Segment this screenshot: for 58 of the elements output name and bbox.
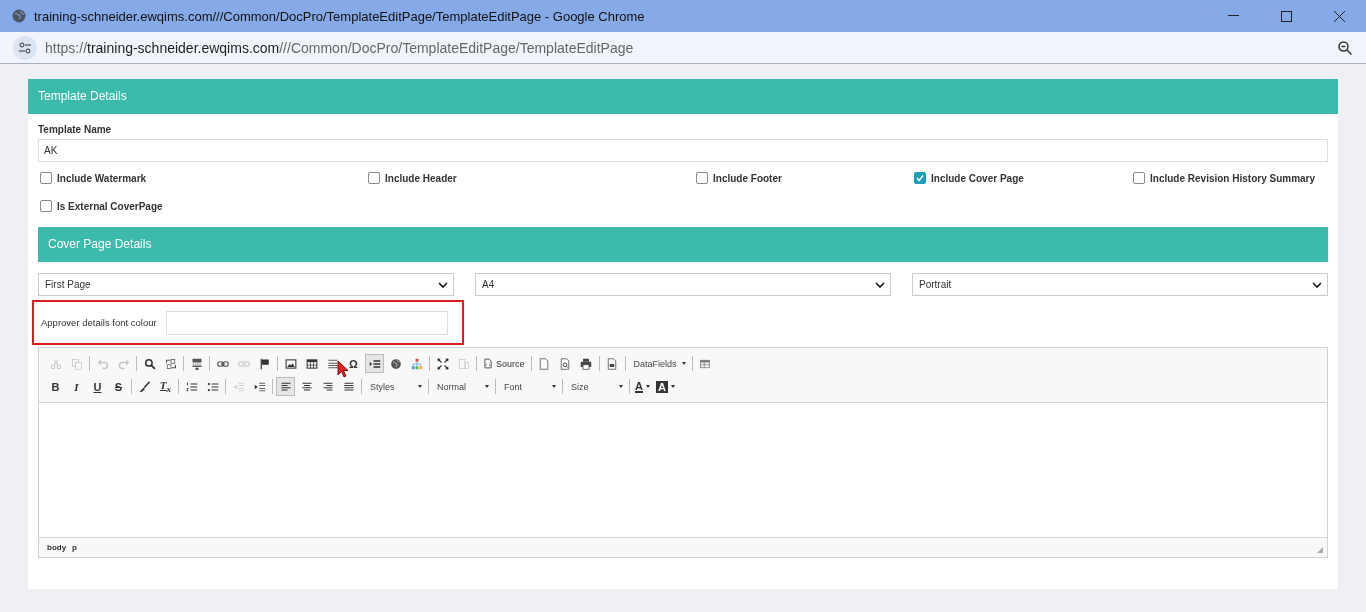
indent-block-icon[interactable] — [365, 354, 384, 373]
checkbox-label: Is External CoverPage — [57, 200, 163, 212]
dropdown[interactable]: Portrait — [912, 273, 1328, 296]
source-button[interactable]: Source — [480, 354, 528, 373]
checkbox-label: Include Footer — [713, 172, 782, 184]
checkbox-label: Include Revision History Summary — [1150, 172, 1316, 184]
caret-icon — [670, 385, 675, 388]
caret-icon — [645, 385, 650, 388]
dropdown[interactable]: DataFields — [627, 355, 690, 372]
dropdown[interactable]: Font — [498, 378, 560, 395]
chevron-down-icon — [875, 281, 885, 288]
dropdown[interactable]: Normal — [431, 378, 493, 395]
element-path-item[interactable]: body — [47, 543, 67, 552]
checkbox-label: Include Watermark — [57, 172, 147, 184]
checkbox-label: Include Header — [385, 172, 457, 184]
minimize-icon — [1228, 15, 1239, 17]
element-path-item[interactable]: p — [72, 543, 77, 552]
format-button[interactable]: I — [67, 377, 86, 396]
dropdown[interactable]: A4 — [475, 273, 891, 296]
caret-icon — [552, 385, 556, 388]
checkbox[interactable] — [1133, 172, 1145, 184]
dropdown[interactable]: Styles — [364, 378, 426, 395]
format-button[interactable]: U — [88, 377, 107, 396]
field-label: Approver details font colour — [41, 317, 157, 328]
text-input[interactable] — [165, 310, 448, 335]
cursor-icon — [337, 360, 349, 378]
dropdown[interactable]: First Page — [38, 273, 454, 296]
field-label: Template Name — [38, 124, 113, 135]
align-left-icon[interactable] — [276, 377, 295, 396]
section-header: Cover Page Details — [38, 227, 1328, 262]
site-settings-icon[interactable] — [13, 35, 37, 60]
checkbox[interactable] — [368, 172, 380, 184]
chevron-down-icon — [1312, 281, 1322, 288]
format-button[interactable]: T$_{x}$ — [156, 377, 175, 396]
caret-icon — [418, 385, 422, 388]
caret-icon — [485, 385, 489, 388]
checkbox[interactable] — [40, 172, 52, 184]
chevron-down-icon — [438, 281, 448, 288]
globe-icon — [12, 9, 26, 23]
caret-icon — [619, 385, 623, 388]
maximize-icon — [1281, 10, 1292, 22]
resize-grip-icon[interactable] — [1317, 547, 1323, 553]
close-icon — [1334, 10, 1345, 22]
checkbox[interactable] — [914, 172, 926, 184]
format-button[interactable]: S — [109, 377, 128, 396]
text-input[interactable]: AK — [38, 139, 1328, 162]
zoom-icon[interactable] — [1338, 40, 1352, 55]
background-color-button[interactable]: A — [654, 377, 677, 396]
format-button[interactable]: B — [46, 377, 65, 396]
caret-icon — [681, 362, 686, 365]
checkbox[interactable] — [696, 172, 708, 184]
code-file-icon — [483, 358, 493, 369]
text-color-button[interactable]: A — [633, 377, 652, 396]
window-title: training-schneider.ewqims.com///Common/DocPro/TemplateEditPage/TemplateEditPage - Google Chrome — [34, 8, 646, 24]
section-header: Template Details — [28, 79, 1338, 114]
dropdown[interactable]: Size — [565, 378, 627, 395]
checkbox-label: Include Cover Page — [931, 172, 1024, 184]
checkbox[interactable] — [40, 200, 52, 212]
